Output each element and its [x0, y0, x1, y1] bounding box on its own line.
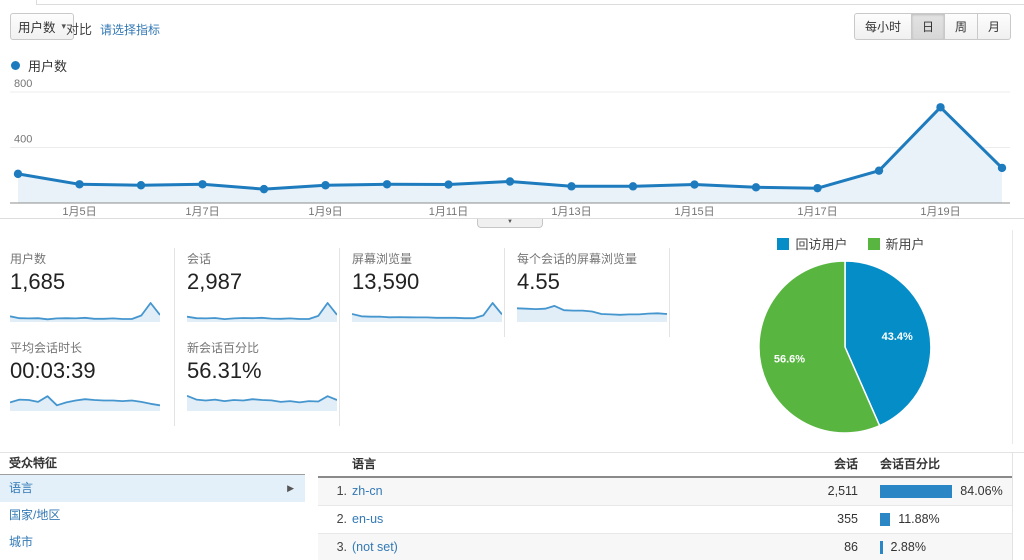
metric-card-sparkline — [352, 300, 502, 324]
compare-label: 对比 — [66, 22, 93, 37]
granularity-button-周[interactable]: 周 — [943, 13, 978, 40]
svg-text:1月13日: 1月13日 — [551, 206, 591, 218]
audience-panel-title: 受众特征 — [0, 453, 305, 475]
metric-card-sparkline — [187, 389, 337, 413]
metric-card-value: 4.55 — [517, 269, 560, 294]
sessions-pct-bar — [880, 541, 883, 554]
granularity-button-日[interactable]: 日 — [910, 13, 945, 40]
table-row: 1. zh-cn 2,511 84.06% — [318, 478, 1012, 506]
svg-text:1月15日: 1月15日 — [674, 206, 714, 218]
pie-slice-label: 56.6% — [774, 354, 805, 366]
row-sessions: 2,511 — [827, 484, 858, 498]
metric-card-sparkline — [187, 300, 337, 324]
line-chart-svg[interactable]: 400 800 1月5日 1月7日 1月9日 1月11日 1月13日 1月15日 1月17日 1月… — [10, 76, 1010, 222]
metric-card-3[interactable]: 屏幕浏览量 13,590 — [340, 248, 505, 337]
row-sessions-pct: 2.88% — [858, 534, 1012, 560]
row-sessions-pct: 11.88% — [858, 506, 1012, 533]
row-language-link[interactable]: (not set) — [352, 534, 682, 560]
row-sessions-pct: 84.06% — [858, 478, 1012, 505]
content-right-edge — [1012, 230, 1013, 444]
metric-cards: 用户数 1,685 会话 2,987 屏幕浏览量 13,590 每个会话的屏幕浏览量 4.55… — [10, 248, 672, 426]
svg-text:1月9日: 1月9日 — [308, 206, 342, 218]
metric-card-6[interactable]: 新会话百分比 56.31% — [175, 337, 340, 426]
chart-collapse-handle[interactable]: ▼ — [477, 219, 543, 228]
header-dimension[interactable]: 语言 — [352, 453, 682, 476]
pie-slice-label: 43.4% — [882, 331, 913, 343]
metric-card-5[interactable]: 平均会话时长 00:03:39 — [10, 337, 175, 426]
select-metric-link[interactable]: 请选择指标 — [100, 21, 160, 38]
audience-item-label: 城市 — [9, 535, 34, 549]
granularity-button-每小时[interactable]: 每小时 — [853, 13, 912, 40]
header-rank-spacer — [318, 453, 352, 476]
language-table-header: 语言 会话 会话百分比 — [318, 453, 1012, 478]
audience-panel: 受众特征 语言 ▶ 国家/地区城市 — [0, 453, 305, 556]
svg-text:1月19日: 1月19日 — [920, 206, 960, 218]
audience-item-label: 国家/地区 — [9, 508, 61, 522]
metric-card-label: 平均会话时长 — [10, 341, 83, 355]
audience-overview-page: 用户数 ▾ 对比 请选择指标 每小时日周月 用户数 400 800 1月5日 1月7日… — [0, 0, 1024, 560]
metric-card-label: 每个会话的屏幕浏览量 — [517, 252, 638, 266]
row-language-link[interactable]: en-us — [352, 506, 682, 533]
series-dot-icon — [11, 61, 20, 70]
language-table-rows: 1. zh-cn 2,511 84.06% 2. en-us 355 11.88% 3. (not… — [318, 478, 1012, 560]
granularity-switcher: 每小时日周月 — [853, 13, 1011, 40]
user-type-pie-block: 回访用户 新用户 43.4% 56.6% — [690, 232, 1012, 444]
svg-text:1月11日: 1月11日 — [429, 206, 469, 218]
tab-edge — [36, 0, 37, 5]
svg-text:1月5日: 1月5日 — [62, 206, 96, 218]
row-rank: 2. — [336, 512, 347, 526]
row-rank: 1. — [336, 484, 347, 498]
row-rank: 3. — [336, 540, 347, 554]
sessions-pct-bar — [880, 485, 953, 498]
svg-text:400: 400 — [14, 134, 32, 146]
row-sessions: 86 — [844, 540, 858, 554]
svg-text:1月7日: 1月7日 — [185, 206, 219, 218]
audience-items: 语言 ▶ 国家/地区城市 — [0, 475, 305, 556]
metric-card-sparkline — [10, 300, 166, 324]
audience-item-城市[interactable]: 城市 — [0, 529, 305, 556]
svg-text:1月17日: 1月17日 — [797, 206, 837, 218]
metric-card-value: 1,685 — [10, 269, 66, 294]
metric-card-label: 新会话百分比 — [187, 341, 260, 355]
collapse-chevron-icon: ▼ — [507, 219, 513, 225]
metric-card-sparkline — [517, 300, 667, 324]
metric-card-value: 13,590 — [352, 269, 420, 294]
header-sessions-pct[interactable]: 会话百分比 — [858, 453, 1012, 476]
metric-dropdown[interactable]: 用户数 ▾ — [10, 13, 75, 40]
users-line-chart[interactable]: 400 800 1月5日 1月7日 1月9日 1月11日 1月13日 1月15日 1月17日 1月… — [10, 76, 1010, 222]
language-table: 语言 会话 会话百分比 1. zh-cn 2,511 84.06% 2. en-us 355… — [318, 453, 1013, 560]
bottom-section: 受众特征 语言 ▶ 国家/地区城市 语言 会话 会话百分比 1. zh-cn 2,511… — [0, 452, 1024, 560]
chart-legend: 用户数 — [11, 56, 67, 75]
metric-card-value: 56.31% — [187, 358, 262, 383]
metric-card-label: 会话 — [187, 252, 212, 266]
metric-card-value: 2,987 — [187, 269, 243, 294]
table-row: 2. en-us 355 11.88% — [318, 506, 1012, 534]
chevron-right-icon: ▶ — [287, 483, 294, 493]
audience-item-国家/地区[interactable]: 国家/地区 — [0, 502, 305, 529]
audience-item-label: 语言 — [9, 481, 34, 495]
metric-card-value: 00:03:39 — [10, 358, 96, 383]
user-type-pie-chart[interactable]: 43.4% 56.6% — [740, 242, 950, 452]
sessions-pct-value: 2.88% — [890, 540, 926, 554]
table-row: 3. (not set) 86 2.88% — [318, 534, 1012, 560]
header-sessions[interactable]: 会话 — [682, 453, 858, 476]
metric-card-4[interactable]: 每个会话的屏幕浏览量 4.55 — [505, 248, 670, 337]
metric-card-label: 用户数 — [10, 252, 47, 266]
metric-card-1[interactable]: 用户数 1,685 — [10, 248, 175, 337]
metric-card-label: 屏幕浏览量 — [352, 252, 413, 266]
metric-dropdown-value: 用户数 — [18, 21, 56, 35]
svg-text:800: 800 — [14, 78, 32, 90]
metric-card-sparkline — [10, 389, 166, 413]
sessions-pct-value: 11.88% — [898, 512, 940, 526]
granularity-button-月[interactable]: 月 — [976, 13, 1011, 40]
sessions-pct-value: 84.06% — [960, 484, 1003, 498]
row-sessions: 355 — [837, 512, 858, 526]
top-divider — [36, 4, 1024, 5]
row-language-link[interactable]: zh-cn — [352, 478, 682, 505]
audience-item-语言[interactable]: 语言 ▶ — [0, 475, 305, 502]
sessions-pct-bar — [880, 513, 891, 526]
series-legend-label: 用户数 — [28, 59, 68, 74]
metric-card-2[interactable]: 会话 2,987 — [175, 248, 340, 337]
